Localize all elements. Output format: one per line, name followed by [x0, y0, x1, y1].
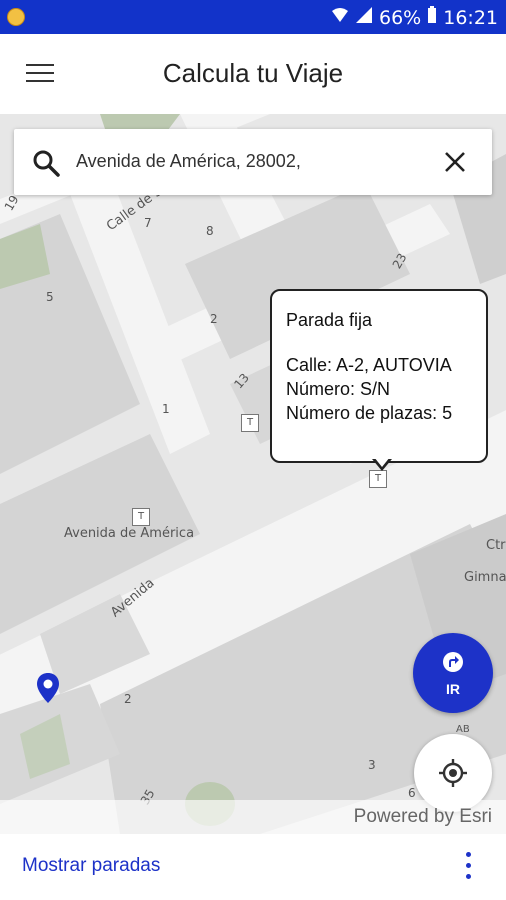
battery-percent: 66% — [379, 6, 422, 29]
taxi-stop-icon[interactable]: T — [132, 508, 150, 526]
clock: 16:21 — [443, 6, 498, 29]
search-bar[interactable]: Avenida de América, 28002, — [14, 129, 492, 195]
map-building-number: 3 — [368, 758, 376, 772]
show-stops-button[interactable]: Mostrar paradas — [22, 855, 160, 877]
map-attribution: Powered by Esri — [0, 800, 506, 834]
taxi-stop-icon[interactable]: T — [241, 414, 259, 432]
map-view[interactable]: Calle de San Fernando Avenida de América… — [0, 114, 506, 834]
search-input[interactable]: Avenida de América, 28002, — [76, 151, 426, 172]
map-canvas — [0, 114, 506, 834]
map-building-number: 6 — [408, 786, 416, 800]
taxi-stop-icon[interactable]: T — [369, 470, 387, 488]
map-building-number: 8 — [206, 224, 214, 238]
map-building-number: 2 — [210, 312, 218, 326]
popup-number: Número: S/N — [286, 379, 391, 399]
go-button[interactable]: IR — [413, 633, 493, 713]
signal-icon — [355, 6, 373, 29]
map-building-number: 5 — [46, 290, 54, 304]
more-vertical-icon[interactable] — [466, 852, 472, 882]
app-bar: Calcula tu Viaje — [0, 34, 506, 115]
close-icon[interactable] — [444, 151, 466, 173]
attribution-text: Powered by Esri — [353, 806, 492, 827]
map-building-number: 1 — [162, 402, 170, 416]
my-location-icon — [439, 759, 467, 787]
status-indicators: 66% 16:21 — [331, 6, 498, 29]
popup-street: Calle: A-2, AUTOVIA — [286, 355, 452, 375]
turn-direction-icon — [442, 651, 464, 673]
popup-title: Parada fija — [286, 310, 373, 330]
wifi-icon — [331, 6, 349, 29]
battery-icon — [427, 6, 437, 29]
popup-pointer-fill — [374, 457, 390, 467]
go-label: IR — [446, 681, 460, 697]
map-street-label: Gimna — [464, 570, 506, 585]
map-building-number: 7 — [144, 216, 152, 230]
notification-app-icon — [7, 8, 25, 26]
bottom-bar: Mostrar paradas — [0, 834, 506, 900]
map-street-label: Ctr — [486, 538, 506, 553]
page-title: Calcula tu Viaje — [162, 58, 344, 88]
search-icon[interactable] — [32, 149, 60, 177]
status-bar: 66% 16:21 — [0, 0, 506, 34]
stop-info-popup[interactable]: Parada fija Calle: A-2, AUTOVIA Número: … — [270, 289, 488, 471]
map-street-label: Avenida de América — [64, 526, 195, 541]
map-building-number: 2 — [124, 692, 132, 706]
popup-spaces: Número de plazas: 5 — [286, 403, 453, 423]
location-pin-icon[interactable] — [36, 672, 60, 704]
